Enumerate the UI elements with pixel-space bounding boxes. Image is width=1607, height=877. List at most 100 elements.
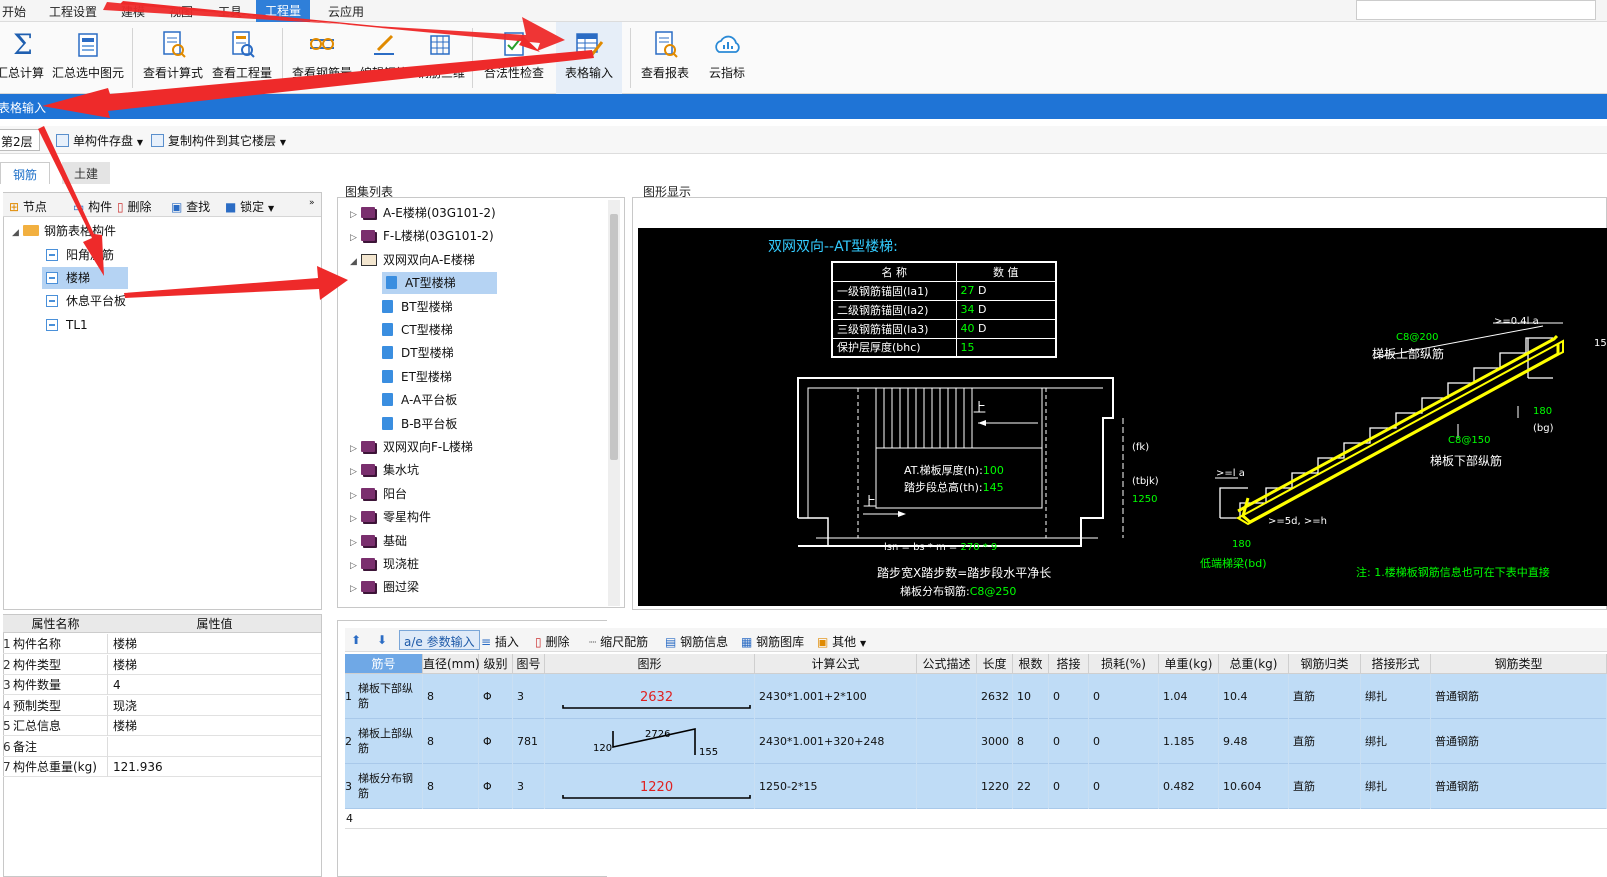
cell-count[interactable]: 8	[1013, 719, 1049, 764]
cell-len[interactable]: 2632	[977, 674, 1013, 719]
column-header[interactable]: 计算公式	[755, 654, 917, 674]
column-header[interactable]: 级别	[479, 654, 513, 674]
delete-row-button[interactable]: ▯ 删除	[535, 633, 569, 650]
cell-desc[interactable]	[917, 764, 977, 809]
expand-icon[interactable]: ▷	[350, 485, 361, 507]
tree-item-yangjiao[interactable]: 阳角加筋	[46, 244, 114, 266]
rebar-library-button[interactable]: ▦ 钢筋图库	[741, 633, 804, 650]
column-header[interactable]: 筋号	[345, 654, 423, 674]
cell-formula[interactable]: 2430*1.001+320+248	[755, 719, 917, 764]
atlas-item[interactable]: ◢ 双网双向A-E楼梯	[350, 249, 475, 271]
move-down-icon[interactable]: ⬇	[377, 633, 387, 647]
menu-modeling[interactable]: 建模	[121, 3, 145, 20]
atlas-item[interactable]: ▷ 现浇桩	[350, 553, 419, 575]
cell-name[interactable]: 梯板上部纵筋	[354, 719, 423, 764]
property-value[interactable]: 现浇	[111, 696, 311, 716]
menu-view[interactable]: 视图	[169, 3, 193, 20]
menu-project-settings[interactable]: 工程设置	[49, 3, 97, 20]
atlas-scrollbar[interactable]	[608, 200, 620, 606]
atlas-item[interactable]: AT型楼梯	[382, 272, 497, 295]
save-component-button[interactable]: 单构件存盘 ▼	[56, 132, 143, 149]
column-header[interactable]: 单重(kg)	[1159, 654, 1219, 674]
window-tab-title[interactable]: 表格输入	[0, 99, 46, 116]
cell-grade[interactable]: Φ	[479, 764, 513, 809]
table-row[interactable]: 3 梯板分布钢筋 8 Φ 3 1220 1250-2*15 1220 22 0 0 0.482 10.6…	[345, 764, 1607, 809]
expand-icon[interactable]: ▷	[350, 578, 361, 600]
cell-formula[interactable]: 1250-2*15	[755, 764, 917, 809]
tree-item-stair[interactable]: 楼梯	[42, 267, 128, 289]
table-row[interactable]: 2 梯板上部纵筋 8 Φ 781 120 2726 155 2430*1.001+320+248…	[345, 719, 1607, 764]
atlas-item[interactable]: ▷ 基础	[350, 530, 407, 552]
menu-start[interactable]: 开始	[2, 3, 26, 20]
cell-lap_type[interactable]: 绑扎	[1361, 764, 1431, 809]
cell-type[interactable]: 普通钢筋	[1431, 674, 1607, 719]
view-formula-button[interactable]: 查看计算式	[140, 22, 206, 94]
cell-lap_type[interactable]: 绑扎	[1361, 719, 1431, 764]
cell-total_w[interactable]: 10.4	[1219, 674, 1289, 719]
insert-button[interactable]: ≡ 插入	[481, 633, 519, 650]
copy-to-floor-button[interactable]: 复制构件到其它楼层 ▼	[151, 132, 286, 149]
cell-len[interactable]: 3000	[977, 719, 1013, 764]
component-button[interactable]: ▭ 构件	[73, 198, 112, 215]
property-value[interactable]: 121.936	[111, 757, 311, 777]
tree-item-landing-slab[interactable]: 休息平台板	[46, 290, 126, 312]
cell-lap[interactable]: 0	[1049, 764, 1089, 809]
table-row-empty[interactable]: 4	[345, 809, 1607, 829]
menu-quantity[interactable]: 工程量	[256, 0, 311, 22]
cell-desc[interactable]	[917, 674, 977, 719]
column-header[interactable]: 总重(kg)	[1219, 654, 1289, 674]
atlas-item[interactable]: A-A平台板	[382, 389, 457, 411]
cell-lap[interactable]: 0	[1049, 719, 1089, 764]
column-header[interactable]: 直径(mm)	[423, 654, 480, 674]
cell-fig[interactable]: 3	[513, 674, 545, 719]
edit-rebar-button[interactable]: 编辑钢筋	[356, 22, 412, 94]
cell-grade[interactable]: Φ	[479, 719, 513, 764]
shape-cell[interactable]: 120 2726 155	[545, 719, 755, 764]
table-input-button[interactable]: 表格输入	[556, 22, 622, 94]
atlas-item[interactable]: ▷ 零星构件	[350, 506, 431, 528]
property-value[interactable]: 4	[111, 675, 311, 695]
menu-tools[interactable]: 工具	[218, 3, 242, 20]
tree-item-tl1[interactable]: TL1	[46, 314, 88, 336]
cell-fig[interactable]: 3	[513, 764, 545, 809]
atlas-scroll-thumb[interactable]	[610, 214, 618, 460]
property-row[interactable]: 5 汇总信息 楼梯	[3, 716, 321, 736]
cell-loss[interactable]: 0	[1089, 719, 1159, 764]
cell-cls[interactable]: 直筋	[1289, 674, 1361, 719]
column-header[interactable]: 公式描述	[917, 654, 977, 674]
cloud-index-button[interactable]: 云指标	[700, 22, 754, 94]
notification-snippet[interactable]	[1356, 0, 1596, 20]
other-button[interactable]: ▣ 其他 ▼	[817, 633, 866, 650]
expand-icon[interactable]: ▷	[350, 438, 361, 460]
cell-unit_w[interactable]: 0.482	[1159, 764, 1219, 809]
property-value[interactable]: 楼梯	[111, 634, 311, 654]
atlas-item[interactable]: ET型楼梯	[382, 366, 452, 388]
cell-loss[interactable]: 0	[1089, 764, 1159, 809]
view-quantity-button[interactable]: 查看工程量	[209, 22, 275, 94]
cell-grade[interactable]: Φ	[479, 674, 513, 719]
cell-fig[interactable]: 781	[513, 719, 545, 764]
cell-cls[interactable]: 直筋	[1289, 719, 1361, 764]
rebar-3d-button[interactable]: 钢筋三维	[414, 22, 468, 94]
rebar-info-button[interactable]: ▤ 钢筋信息	[665, 633, 728, 650]
property-row[interactable]: 1 构件名称 楼梯	[3, 634, 321, 654]
column-header[interactable]: 钢筋类型	[1431, 654, 1607, 674]
property-row[interactable]: 4 预制类型 现浇	[3, 695, 321, 716]
cell-name[interactable]: 梯板分布钢筋	[354, 764, 423, 809]
view-rebar-button[interactable]: 查看钢筋量	[289, 22, 355, 94]
column-header[interactable]: 搭接形式	[1361, 654, 1431, 674]
validity-check-button[interactable]: 合法性检查	[478, 22, 550, 94]
cell-count[interactable]: 10	[1013, 674, 1049, 719]
cell-count[interactable]: 22	[1013, 764, 1049, 809]
cell-dia[interactable]: 8	[423, 764, 479, 809]
atlas-item[interactable]: ▷ 圈过梁	[350, 576, 419, 598]
atlas-item[interactable]: BT型楼梯	[382, 296, 453, 318]
cell-formula[interactable]: 2430*1.001+2*100	[755, 674, 917, 719]
expand-icon[interactable]: ▷	[350, 227, 361, 249]
property-row[interactable]: 6 备注	[3, 736, 321, 757]
cell-lap[interactable]: 0	[1049, 674, 1089, 719]
param-input-button[interactable]: a/e 参数输入	[399, 630, 480, 650]
delete-button[interactable]: ▯ 删除	[117, 198, 151, 215]
property-value[interactable]: 楼梯	[111, 716, 311, 736]
tree-root[interactable]: ◢ 钢筋表格构件	[12, 220, 116, 242]
